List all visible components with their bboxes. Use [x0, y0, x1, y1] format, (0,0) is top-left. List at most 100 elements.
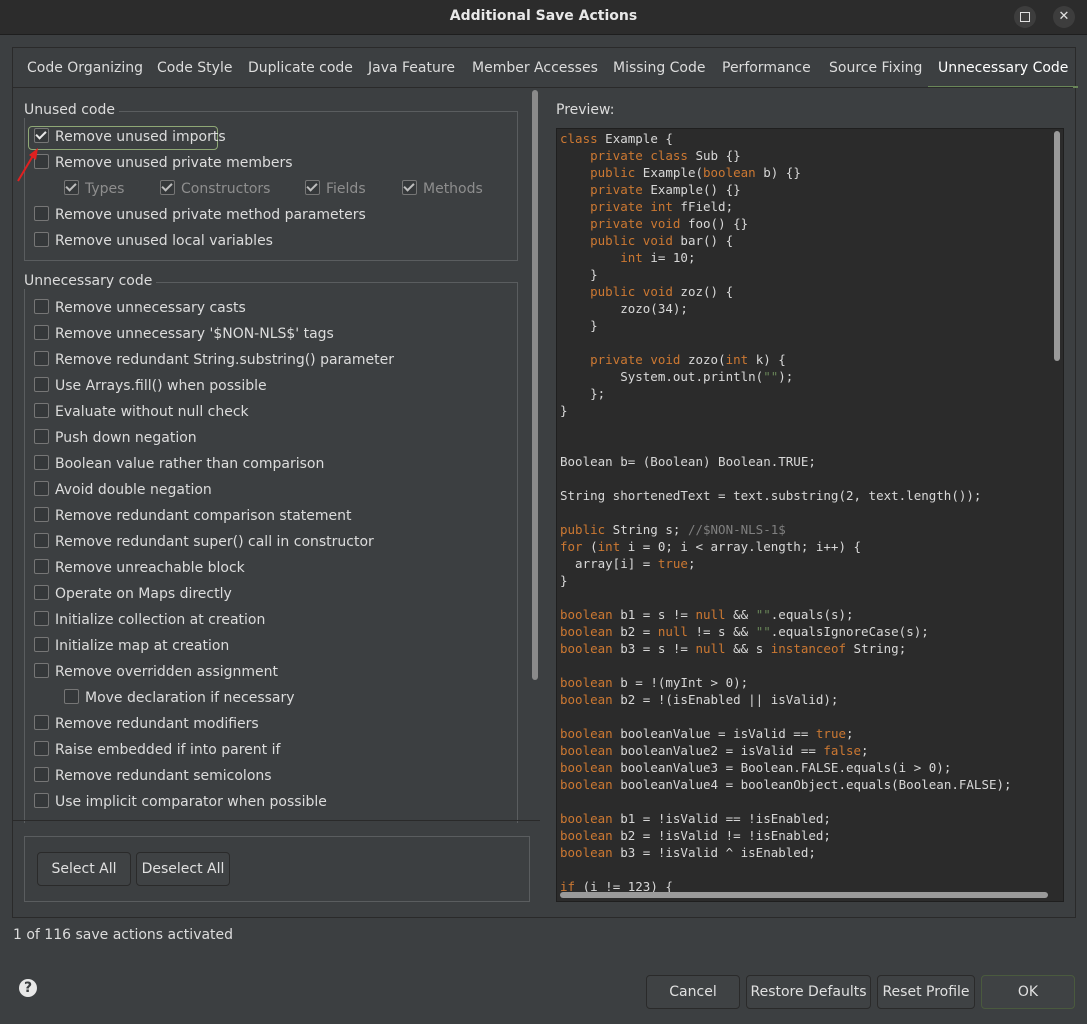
restore-defaults-button[interactable]: Restore Defaults [746, 975, 871, 1009]
tab-bar: Code Organizing Code Style Duplicate cod… [14, 50, 1079, 88]
checkbox-label: Raise embedded if into parent if [55, 742, 281, 758]
checkbox-checked-icon [64, 180, 79, 195]
checkbox-label: Remove unused private members [55, 155, 293, 171]
checkbox-icon[interactable] [34, 232, 49, 247]
checkbox-label: Initialize collection at creation [55, 612, 266, 628]
checkbox-label: Remove unused imports [55, 129, 226, 145]
checkbox-label: Remove unused local variables [55, 233, 273, 249]
checkbox-move-declaration[interactable]: Move declaration if necessary [64, 687, 295, 709]
checkbox-icon[interactable] [34, 299, 49, 314]
checkbox-icon[interactable] [34, 637, 49, 652]
checkbox-boolean-value-rather-than-comparison[interactable]: Boolean value rather than comparison [34, 453, 324, 475]
help-icon[interactable]: ? [19, 979, 37, 997]
preview-vertical-scrollbar[interactable] [1054, 131, 1060, 361]
checkbox-icon[interactable] [34, 767, 49, 782]
checkbox-remove-redundant-comparison[interactable]: Remove redundant comparison statement [34, 505, 352, 527]
checkbox-initialize-map-at-creation[interactable]: Initialize map at creation [34, 635, 229, 657]
preview-horizontal-scrollbar[interactable] [560, 892, 1048, 898]
tab-code-organizing[interactable]: Code Organizing [17, 50, 153, 86]
checkbox-label: Types [85, 181, 125, 197]
window-title: Additional Save Actions [449, 8, 638, 24]
checkbox-avoid-double-negation[interactable]: Avoid double negation [34, 479, 212, 501]
checkbox-label: Remove unnecessary casts [55, 300, 246, 316]
checkbox-checked-icon [402, 180, 417, 195]
checkbox-label: Operate on Maps directly [55, 586, 232, 602]
checkbox-icon[interactable] [34, 533, 49, 548]
checkbox-label: Remove redundant super() call in constru… [55, 534, 374, 550]
tab-source-fixing[interactable]: Source Fixing [819, 50, 932, 86]
checkbox-remove-overridden-assignment[interactable]: Remove overridden assignment [34, 661, 278, 683]
checkbox-remove-redundant-semicolons[interactable]: Remove redundant semicolons [34, 765, 272, 787]
checkbox-label: Remove redundant String.substring() para… [55, 352, 394, 368]
checkbox-constructors: Constructors [160, 178, 270, 200]
checkbox-remove-unreachable-block[interactable]: Remove unreachable block [34, 557, 245, 579]
checkbox-evaluate-without-null-check[interactable]: Evaluate without null check [34, 401, 249, 423]
close-icon: ✕ [1058, 9, 1070, 24]
tab-code-style[interactable]: Code Style [147, 50, 242, 86]
checkbox-label: Fields [326, 181, 366, 197]
annotation-arrow-icon [17, 148, 38, 182]
preview-code-box[interactable]: class Example { private class Sub {} pub… [556, 128, 1064, 902]
checkbox-checked-icon[interactable] [34, 128, 49, 143]
checkbox-remove-unused-private-members[interactable]: Remove unused private members [34, 152, 293, 174]
checkbox-remove-redundant-super-call[interactable]: Remove redundant super() call in constru… [34, 531, 374, 553]
checkbox-remove-unused-private-method-parameters[interactable]: Remove unused private method parameters [34, 204, 366, 226]
checkbox-push-down-negation[interactable]: Push down negation [34, 427, 197, 449]
checkbox-label: Initialize map at creation [55, 638, 230, 654]
checkbox-icon[interactable] [64, 689, 79, 704]
unused-code-title: Unused code [24, 102, 119, 118]
tab-duplicate-code[interactable]: Duplicate code [238, 50, 363, 86]
checkbox-remove-redundant-substring[interactable]: Remove redundant String.substring() para… [34, 349, 394, 371]
tab-divider [13, 87, 1073, 88]
deselect-all-button[interactable]: Deselect All [136, 852, 230, 886]
checkbox-icon[interactable] [34, 455, 49, 470]
checkbox-remove-unused-imports[interactable]: Remove unused imports [34, 126, 226, 148]
checkbox-icon[interactable] [34, 507, 49, 522]
maximize-button[interactable] [1014, 6, 1036, 28]
checkbox-remove-non-nls-tags[interactable]: Remove unnecessary '$NON-NLS$' tags [34, 323, 334, 345]
unnecessary-code-title: Unnecessary code [24, 273, 157, 289]
checkbox-remove-unused-local-variables[interactable]: Remove unused local variables [34, 230, 273, 252]
tab-performance[interactable]: Performance [712, 50, 821, 86]
tab-java-feature[interactable]: Java Feature [358, 50, 465, 86]
checkbox-icon[interactable] [34, 206, 49, 221]
cancel-button[interactable]: Cancel [646, 975, 740, 1009]
tab-unnecessary-code[interactable]: Unnecessary Code [928, 50, 1079, 88]
checkbox-label: Remove redundant comparison statement [55, 508, 352, 524]
checkbox-remove-unnecessary-casts[interactable]: Remove unnecessary casts [34, 297, 246, 319]
checkbox-icon[interactable] [34, 585, 49, 600]
checkbox-operate-on-maps-directly[interactable]: Operate on Maps directly [34, 583, 232, 605]
tab-missing-code[interactable]: Missing Code [603, 50, 716, 86]
checkbox-icon[interactable] [34, 351, 49, 366]
checkbox-icon[interactable] [34, 663, 49, 678]
checkbox-icon[interactable] [34, 403, 49, 418]
checkbox-raise-embedded-if[interactable]: Raise embedded if into parent if [34, 739, 280, 761]
checkbox-fields: Fields [305, 178, 366, 200]
reset-profile-button[interactable]: Reset Profile [877, 975, 975, 1009]
checkbox-initialize-collection-at-creation[interactable]: Initialize collection at creation [34, 609, 265, 631]
checkbox-icon[interactable] [34, 793, 49, 808]
checkbox-label: Push down negation [55, 430, 197, 446]
checkbox-icon[interactable] [34, 715, 49, 730]
tab-member-accesses[interactable]: Member Accesses [462, 50, 608, 86]
left-scrollbar[interactable] [532, 90, 538, 680]
checkbox-label: Remove overridden assignment [55, 664, 279, 680]
checkbox-icon[interactable] [34, 429, 49, 444]
checkbox-icon[interactable] [34, 377, 49, 392]
checkbox-use-arrays-fill[interactable]: Use Arrays.fill() when possible [34, 375, 267, 397]
checkbox-icon[interactable] [34, 611, 49, 626]
checkbox-label: Boolean value rather than comparison [55, 456, 325, 472]
checkbox-icon[interactable] [34, 559, 49, 574]
ok-button[interactable]: OK [981, 975, 1075, 1009]
checkbox-label: Move declaration if necessary [85, 690, 295, 706]
checkbox-icon[interactable] [34, 325, 49, 340]
checkbox-icon[interactable] [34, 481, 49, 496]
checkbox-checked-icon [305, 180, 320, 195]
checkbox-icon[interactable] [34, 741, 49, 756]
checkbox-label: Use implicit comparator when possible [55, 794, 327, 810]
checkbox-label: Remove redundant modifiers [55, 716, 259, 732]
checkbox-use-implicit-comparator[interactable]: Use implicit comparator when possible [34, 791, 327, 813]
checkbox-remove-redundant-modifiers[interactable]: Remove redundant modifiers [34, 713, 259, 735]
close-button[interactable]: ✕ [1053, 6, 1075, 28]
select-all-button[interactable]: Select All [37, 852, 131, 886]
